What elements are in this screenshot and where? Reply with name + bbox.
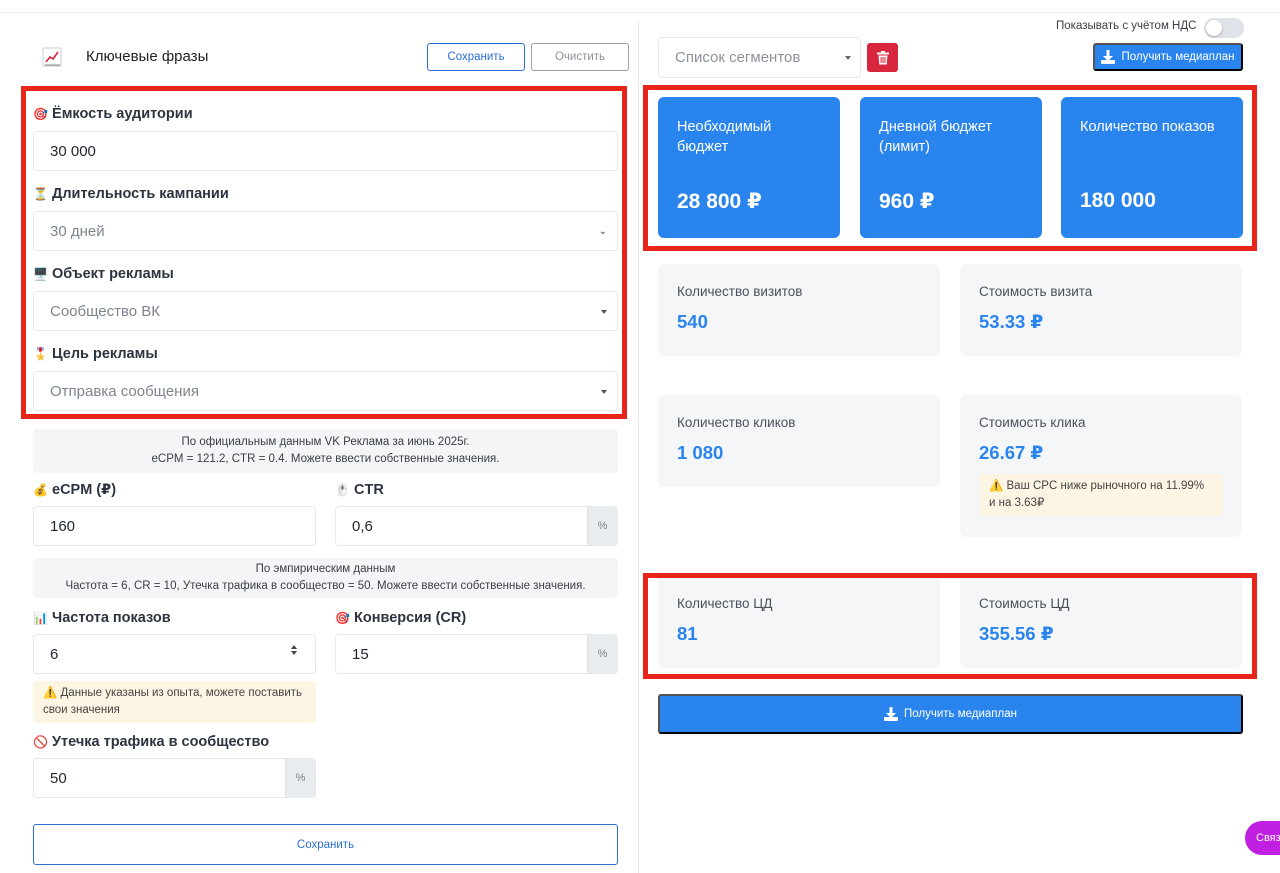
ctr-label: 🖱️ CTR: [335, 482, 384, 498]
conversion-input[interactable]: 15 %: [335, 634, 618, 674]
conversion-value: 15: [352, 645, 369, 663]
chat-label: Связ: [1256, 832, 1280, 844]
ecpm-label: 💰 eCPM (₽): [33, 482, 116, 498]
get-mediaplan-button-bottom[interactable]: Получить медиаплан: [658, 694, 1243, 734]
cursor-icon: 🖱️: [335, 483, 350, 497]
chart-trend-icon: [42, 47, 62, 67]
ctr-input[interactable]: 0,6 %: [335, 506, 618, 546]
percent-suffix: %: [285, 759, 315, 797]
click-cost-title: Стоимость клика: [979, 415, 1086, 430]
target-icon: 🎯: [335, 611, 350, 625]
segments-placeholder: Список сегментов: [675, 49, 801, 66]
percent-suffix: %: [587, 507, 617, 545]
download-icon: [1101, 50, 1116, 64]
toggle-knob: [1206, 20, 1222, 36]
official-data-note: По официальным данным VK Реклама за июнь…: [33, 429, 618, 473]
visit-cost-title: Стоимость визита: [979, 284, 1093, 299]
click-cost-card: Стоимость клика 26.67 ₽ ⚠️ Ваш CPC ниже …: [960, 395, 1242, 537]
money-bag-icon: 💰: [33, 483, 48, 497]
trash-icon: [876, 50, 889, 64]
download-icon: [883, 707, 898, 721]
chat-widget-button[interactable]: Связ: [1245, 821, 1280, 855]
save-button-bottom[interactable]: Сохранить: [33, 824, 618, 865]
spinner-up-icon[interactable]: [291, 645, 297, 649]
clear-button[interactable]: Очистить: [531, 43, 629, 71]
highlight-targets-box: [643, 573, 1257, 679]
official-note-line1: По официальным данным VK Реклама за июнь…: [181, 436, 470, 448]
official-note-line2: eCPM = 121.2, CTR = 0.4. Можете ввести с…: [151, 453, 500, 465]
conversion-label: 🎯 Конверсия (CR): [335, 610, 466, 626]
get-mediaplan-label-top: Получить медиаплан: [1121, 51, 1235, 63]
delete-segment-button[interactable]: [867, 43, 898, 72]
clicks-card: Количество кликов 1 080: [658, 395, 940, 487]
empirical-data-note: По эмпирическим данным Частота = 6, CR =…: [33, 558, 618, 598]
percent-suffix: %: [587, 635, 617, 673]
get-mediaplan-label-bottom: Получить медиаплан: [903, 708, 1017, 720]
empirical-note-line2: Частота = 6, CR = 10, Утечка трафика в с…: [65, 580, 586, 592]
save-button-top[interactable]: Сохранить: [427, 43, 525, 71]
ctr-value: 0,6: [352, 517, 373, 535]
frequency-label: 📊 Частота показов: [33, 610, 171, 626]
top-divider: [0, 12, 1280, 13]
spinner-down-icon[interactable]: [291, 651, 297, 655]
calculator-page: Ключевые фразы Сохранить Очистить Список…: [0, 0, 1280, 873]
conversion-label-text: Конверсия (CR): [354, 610, 467, 626]
caret-down-icon: [845, 56, 851, 60]
highlight-budget-box: [643, 85, 1257, 251]
frequency-label-text: Частота показов: [52, 610, 171, 626]
visits-value: 540: [677, 311, 708, 332]
leak-label: 🚫 Утечка трафика в сообщество: [33, 734, 269, 750]
leak-input[interactable]: 50 %: [33, 758, 316, 798]
frequency-value: 6: [50, 645, 59, 663]
keywords-title: Ключевые фразы: [86, 48, 209, 65]
number-spinner[interactable]: [291, 645, 297, 655]
click-cost-value: 26.67 ₽: [979, 442, 1044, 463]
leak-value: 50: [50, 769, 67, 787]
visits-card: Количество визитов 540: [658, 264, 940, 356]
clicks-value: 1 080: [677, 442, 724, 463]
frequency-input[interactable]: 6: [33, 634, 316, 674]
clicks-title: Количество кликов: [677, 415, 796, 430]
ecpm-value: 160: [50, 517, 76, 535]
prohibited-icon: 🚫: [33, 735, 48, 749]
ecpm-input[interactable]: 160: [33, 506, 316, 546]
empirical-note-line1: По эмпирическим данным: [255, 563, 396, 575]
bar-chart-icon: 📊: [33, 611, 48, 625]
visits-title: Количество визитов: [677, 284, 803, 299]
column-divider: [638, 20, 639, 873]
visit-cost-value: 53.33 ₽: [979, 311, 1044, 332]
vat-toggle[interactable]: [1204, 18, 1244, 38]
experience-warning: ⚠️ Данные указаны из опыта, можете поста…: [33, 681, 316, 723]
get-mediaplan-button-top[interactable]: Получить медиаплан: [1093, 43, 1243, 71]
segments-select[interactable]: Список сегментов: [658, 37, 861, 78]
ecpm-label-text: eCPM (₽): [52, 482, 117, 498]
vat-label: Показывать с учётом НДС: [1056, 20, 1197, 32]
leak-label-text: Утечка трафика в сообщество: [52, 734, 270, 750]
cpc-warning: ⚠️ Ваш CPC ниже рыночного на 11.99% и на…: [979, 474, 1223, 516]
visit-cost-card: Стоимость визита 53.33 ₽: [960, 264, 1242, 356]
highlight-inputs-box: [21, 86, 627, 419]
ctr-label-text: CTR: [354, 482, 384, 498]
